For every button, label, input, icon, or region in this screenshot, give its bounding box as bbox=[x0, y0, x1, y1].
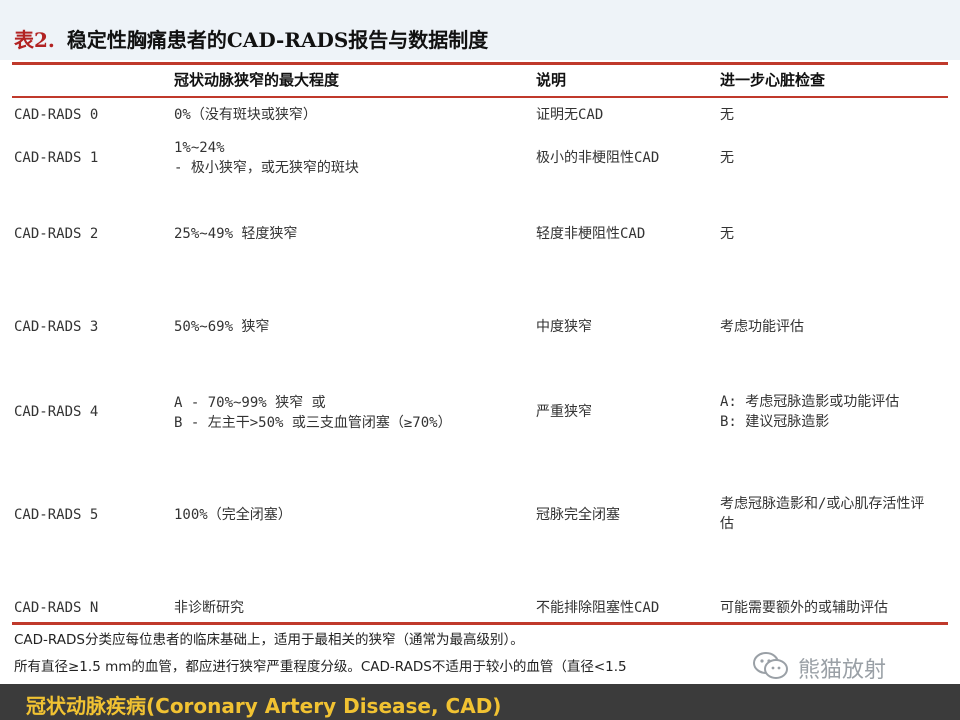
footnote-2: 所有直径≥1.5 mm的血管，都应进行狭窄严重程度分级。CAD-RADS不适用于… bbox=[14, 659, 627, 675]
exam-cell-line2: B: 建议冠脉造影 bbox=[720, 414, 830, 430]
note-cell: 不能排除阻塞性CAD bbox=[536, 600, 660, 616]
exam-cell: 考虑冠脉造影和/或心肌存活性评 bbox=[720, 496, 925, 512]
table-title: 表2. 稳定性胸痛患者的CAD-RADS报告与数据制度 bbox=[14, 24, 488, 53]
grade-cell: CAD-RADS 5 bbox=[14, 507, 99, 523]
note-cell: 冠脉完全闭塞 bbox=[536, 507, 620, 523]
note-cell: 中度狭窄 bbox=[536, 319, 592, 335]
grade-cell: CAD-RADS 1 bbox=[14, 150, 99, 166]
table-number: 表2. bbox=[14, 28, 55, 52]
stenosis-cell: 100%（完全闭塞） bbox=[174, 507, 292, 523]
header-stenosis: 冠状动脉狭窄的最大程度 bbox=[174, 71, 340, 89]
stenosis-cell: 1%~24% bbox=[174, 140, 225, 156]
grade-cell: CAD-RADS 0 bbox=[14, 107, 99, 123]
exam-cell: 无 bbox=[720, 107, 734, 123]
grade-cell: CAD-RADS 2 bbox=[14, 226, 99, 242]
grade-cell: CAD-RADS 4 bbox=[14, 404, 99, 420]
note-cell: 证明无CAD bbox=[536, 107, 604, 123]
watermark: 熊猫放射 bbox=[752, 650, 887, 686]
exam-cell-line2: 估 bbox=[720, 516, 734, 532]
wechat-icon bbox=[752, 651, 790, 685]
table-top-rule bbox=[12, 62, 948, 65]
exam-cell: 可能需要额外的或辅助评估 bbox=[720, 600, 888, 616]
exam-cell: 无 bbox=[720, 150, 734, 166]
stenosis-cell-line2: B - 左主干>50% 或三支血管闭塞（≥70%） bbox=[174, 415, 452, 431]
stenosis-cell-line2: - 极小狭窄，或无狭窄的斑块 bbox=[174, 160, 359, 176]
header-exam: 进一步心脏检查 bbox=[720, 71, 826, 89]
stenosis-cell: 50%~69% 狭窄 bbox=[174, 319, 270, 335]
table-bottom-rule bbox=[12, 622, 948, 625]
table-title-text: 稳定性胸痛患者的CAD-RADS报告与数据制度 bbox=[66, 28, 489, 52]
title-bar: 表2. 稳定性胸痛患者的CAD-RADS报告与数据制度 bbox=[0, 0, 960, 60]
exam-cell: A: 考虑冠脉造影或功能评估 bbox=[720, 394, 900, 410]
footnote-1: CAD-RADS分类应每位患者的临床基础上，适用于最相关的狭窄（通常为最高级别）… bbox=[14, 632, 524, 648]
table-header-rule bbox=[12, 96, 948, 98]
stenosis-cell: 非诊断研究 bbox=[174, 600, 244, 616]
exam-cell: 考虑功能评估 bbox=[720, 319, 804, 335]
header-note: 说明 bbox=[536, 71, 567, 89]
exam-cell: 无 bbox=[720, 226, 734, 242]
stenosis-cell: 0%（没有斑块或狭窄） bbox=[174, 107, 317, 123]
note-cell: 严重狭窄 bbox=[536, 404, 592, 420]
footer-caption: 冠状动脉疾病(Coronary Artery Disease, CAD) bbox=[26, 694, 502, 718]
grade-cell: CAD-RADS N bbox=[14, 600, 99, 616]
footer-bar: 冠状动脉疾病(Coronary Artery Disease, CAD) bbox=[0, 684, 960, 720]
stenosis-cell: 25%~49% 轻度狭窄 bbox=[174, 226, 298, 242]
note-cell: 轻度非梗阻性CAD bbox=[536, 226, 646, 242]
stenosis-cell: A - 70%~99% 狭窄 或 bbox=[174, 395, 326, 411]
watermark-text: 熊猫放射 bbox=[798, 658, 887, 683]
note-cell: 极小的非梗阻性CAD bbox=[536, 150, 660, 166]
grade-cell: CAD-RADS 3 bbox=[14, 319, 99, 335]
